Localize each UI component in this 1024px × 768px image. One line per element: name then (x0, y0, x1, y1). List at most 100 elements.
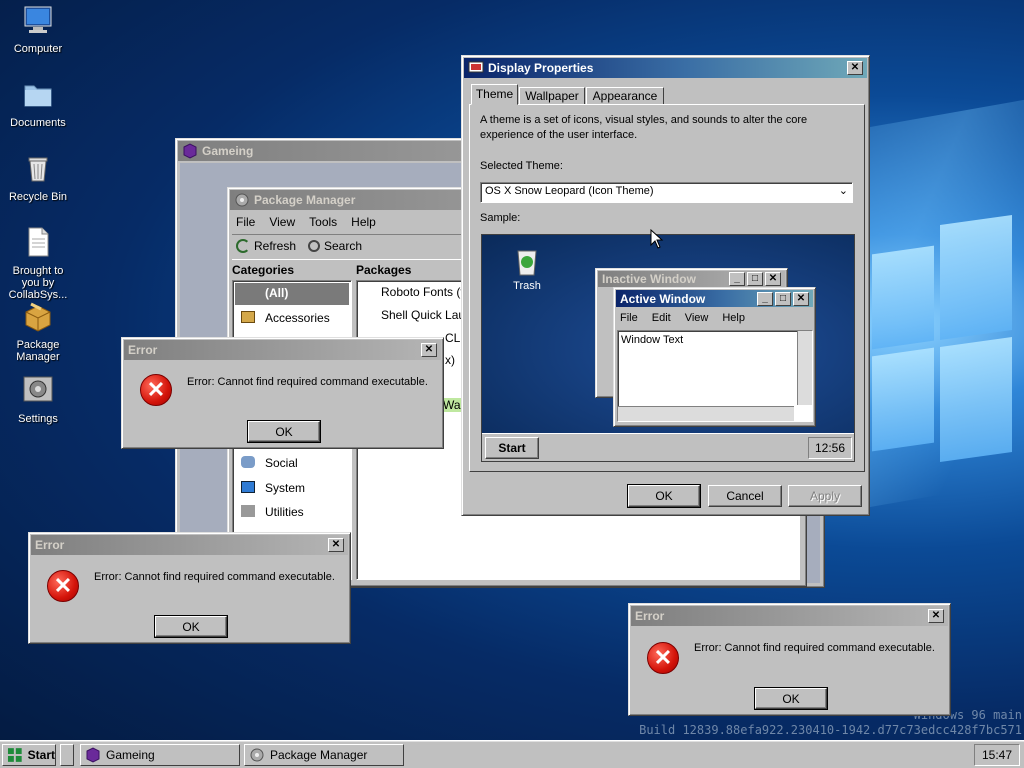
package-manager-menubar: File View Tools Help (236, 215, 376, 229)
ok-button[interactable]: OK (154, 615, 228, 638)
close-icon: ✕ (765, 272, 781, 286)
sample-clock: 12:56 (808, 437, 852, 459)
apply-label: Apply (809, 489, 841, 503)
category-item-accessories[interactable]: Accessories (265, 311, 330, 325)
close-button[interactable]: ✕ (928, 609, 944, 623)
apply-button[interactable]: Apply (788, 485, 862, 507)
ok-button[interactable]: OK (247, 420, 321, 443)
category-item-utilities[interactable]: Utilities (265, 505, 304, 519)
ok-label: OK (655, 489, 673, 503)
close-button[interactable]: ✕ (847, 61, 863, 75)
search-button[interactable]: Search (308, 239, 362, 253)
error-icon: ✕ (647, 642, 679, 674)
desktop-icon-package-manager[interactable]: Package Manager (0, 300, 76, 363)
desktop-icon-recycle-bin[interactable]: Recycle Bin (0, 152, 76, 203)
category-label: Social (265, 456, 298, 470)
ok-label: OK (275, 425, 293, 439)
display-properties-window[interactable]: Display Properties ✕ Theme Wallpaper App… (461, 55, 870, 516)
start-button[interactable]: Start (2, 744, 56, 766)
desktop-icon-label: Documents (10, 117, 66, 129)
desktop-icon-label: Settings (18, 413, 58, 425)
category-item-all[interactable]: (All) (235, 283, 349, 305)
error-title: Error (128, 343, 158, 357)
category-label: Utilities (265, 505, 304, 519)
tab-label: Theme (475, 87, 514, 101)
sample-trash-label: Trash (513, 280, 541, 292)
sample-start-label: Start (498, 441, 526, 455)
menu-help[interactable]: Help (351, 215, 376, 229)
sample-trash-icon: Trash (507, 245, 547, 292)
close-button[interactable]: ✕ (328, 538, 344, 552)
sample-menu-item: View (684, 312, 709, 324)
gear-icon (250, 748, 264, 762)
error-dialog[interactable]: Error ✕ ✕ Error: Cannot find required co… (121, 337, 444, 449)
refresh-label: Refresh (254, 239, 297, 253)
tab-label: Wallpaper (525, 89, 579, 103)
menu-tools[interactable]: Tools (309, 215, 337, 229)
refresh-button[interactable]: Refresh (236, 239, 296, 253)
sample-menu-item: Edit (651, 312, 671, 324)
error-titlebar[interactable]: Error ✕ (124, 340, 441, 360)
category-item-social[interactable]: Social (265, 456, 298, 470)
recycle-bin-icon (28, 157, 48, 182)
taskbar-item-label: Package Manager (270, 748, 368, 762)
search-label: Search (324, 239, 363, 253)
tab-appearance[interactable]: Appearance (586, 87, 664, 105)
build-watermark-line2: Build 12839.88efa922.230410-1942.d77c73e… (639, 723, 1022, 737)
taskbar-item-gameing[interactable]: Gameing (80, 744, 240, 766)
error-titlebar[interactable]: Error ✕ (31, 535, 348, 555)
error-dialog[interactable]: Error ✕ ✕ Error: Cannot find required co… (628, 603, 951, 716)
ok-label: OK (182, 620, 200, 634)
settings-icon (23, 376, 53, 402)
ok-label: OK (782, 692, 800, 706)
tab-label: Appearance (592, 89, 658, 103)
sample-textarea: Window Text (617, 330, 813, 422)
tab-panel: A theme is a set of icons, visual styles… (469, 104, 865, 472)
package-item[interactable]: x) (445, 353, 455, 367)
desktop-icon-documents[interactable]: Documents (0, 78, 76, 129)
refresh-icon (236, 239, 250, 253)
maximize-icon: □ (775, 291, 791, 306)
theme-description: A theme is a set of icons, visual styles… (480, 114, 808, 141)
error-message: Error: Cannot find required command exec… (187, 376, 428, 388)
categories-header: Categories (232, 263, 295, 277)
desktop-icon-computer[interactable]: Computer (0, 4, 76, 55)
menu-view[interactable]: View (269, 215, 295, 229)
ok-button[interactable]: OK (627, 484, 701, 508)
sample-label: Sample: (480, 212, 521, 224)
desktop-icon-settings[interactable]: Settings (0, 374, 76, 425)
sample-menu-item: File (620, 312, 638, 324)
error-icon: ✕ (47, 570, 79, 602)
cancel-button[interactable]: Cancel (708, 485, 782, 507)
theme-select[interactable]: OS X Snow Leopard (Icon Theme) ⌄ (480, 182, 853, 203)
start-label: Start (27, 748, 55, 762)
packages-header: Packages (356, 263, 412, 277)
desktop-icon-label: Recycle Bin (8, 191, 68, 203)
quick-launch-button[interactable] (60, 744, 74, 766)
taskbar-item-label: Gameing (106, 748, 155, 762)
menu-file[interactable]: File (236, 215, 255, 229)
error-title: Error (635, 609, 665, 623)
chevron-down-icon: ⌄ (838, 185, 848, 197)
error-titlebar[interactable]: Error ✕ (631, 606, 948, 626)
category-item-system[interactable]: System (265, 481, 305, 495)
ok-button[interactable]: OK (754, 687, 828, 710)
wallpaper-logo (872, 180, 1012, 530)
tab-theme[interactable]: Theme (471, 84, 518, 105)
error-dialog[interactable]: Error ✕ ✕ Error: Cannot find required co… (28, 532, 351, 644)
sample-active-titlebar: Active Window _ □ ✕ (616, 290, 813, 307)
tab-wallpaper[interactable]: Wallpaper (519, 87, 585, 105)
error-icon: ✕ (140, 374, 172, 406)
sample-start-button: Start (485, 437, 539, 459)
error-message: Error: Cannot find required command exec… (94, 571, 335, 583)
close-button[interactable]: ✕ (421, 343, 437, 357)
taskbar-item-package-manager[interactable]: Package Manager (244, 744, 404, 766)
system-icon (241, 481, 255, 493)
window-title: Display Properties (488, 61, 594, 75)
display-properties-titlebar[interactable]: Display Properties ✕ (464, 58, 867, 78)
mouse-cursor-icon (650, 229, 664, 249)
desktop-icon-document[interactable]: Brought to you by CollabSys... (0, 226, 76, 301)
sample-inactive-titlebar: Inactive Window _ □ ✕ (598, 271, 785, 287)
minimize-icon: _ (729, 272, 745, 286)
error-title: Error (35, 538, 65, 552)
